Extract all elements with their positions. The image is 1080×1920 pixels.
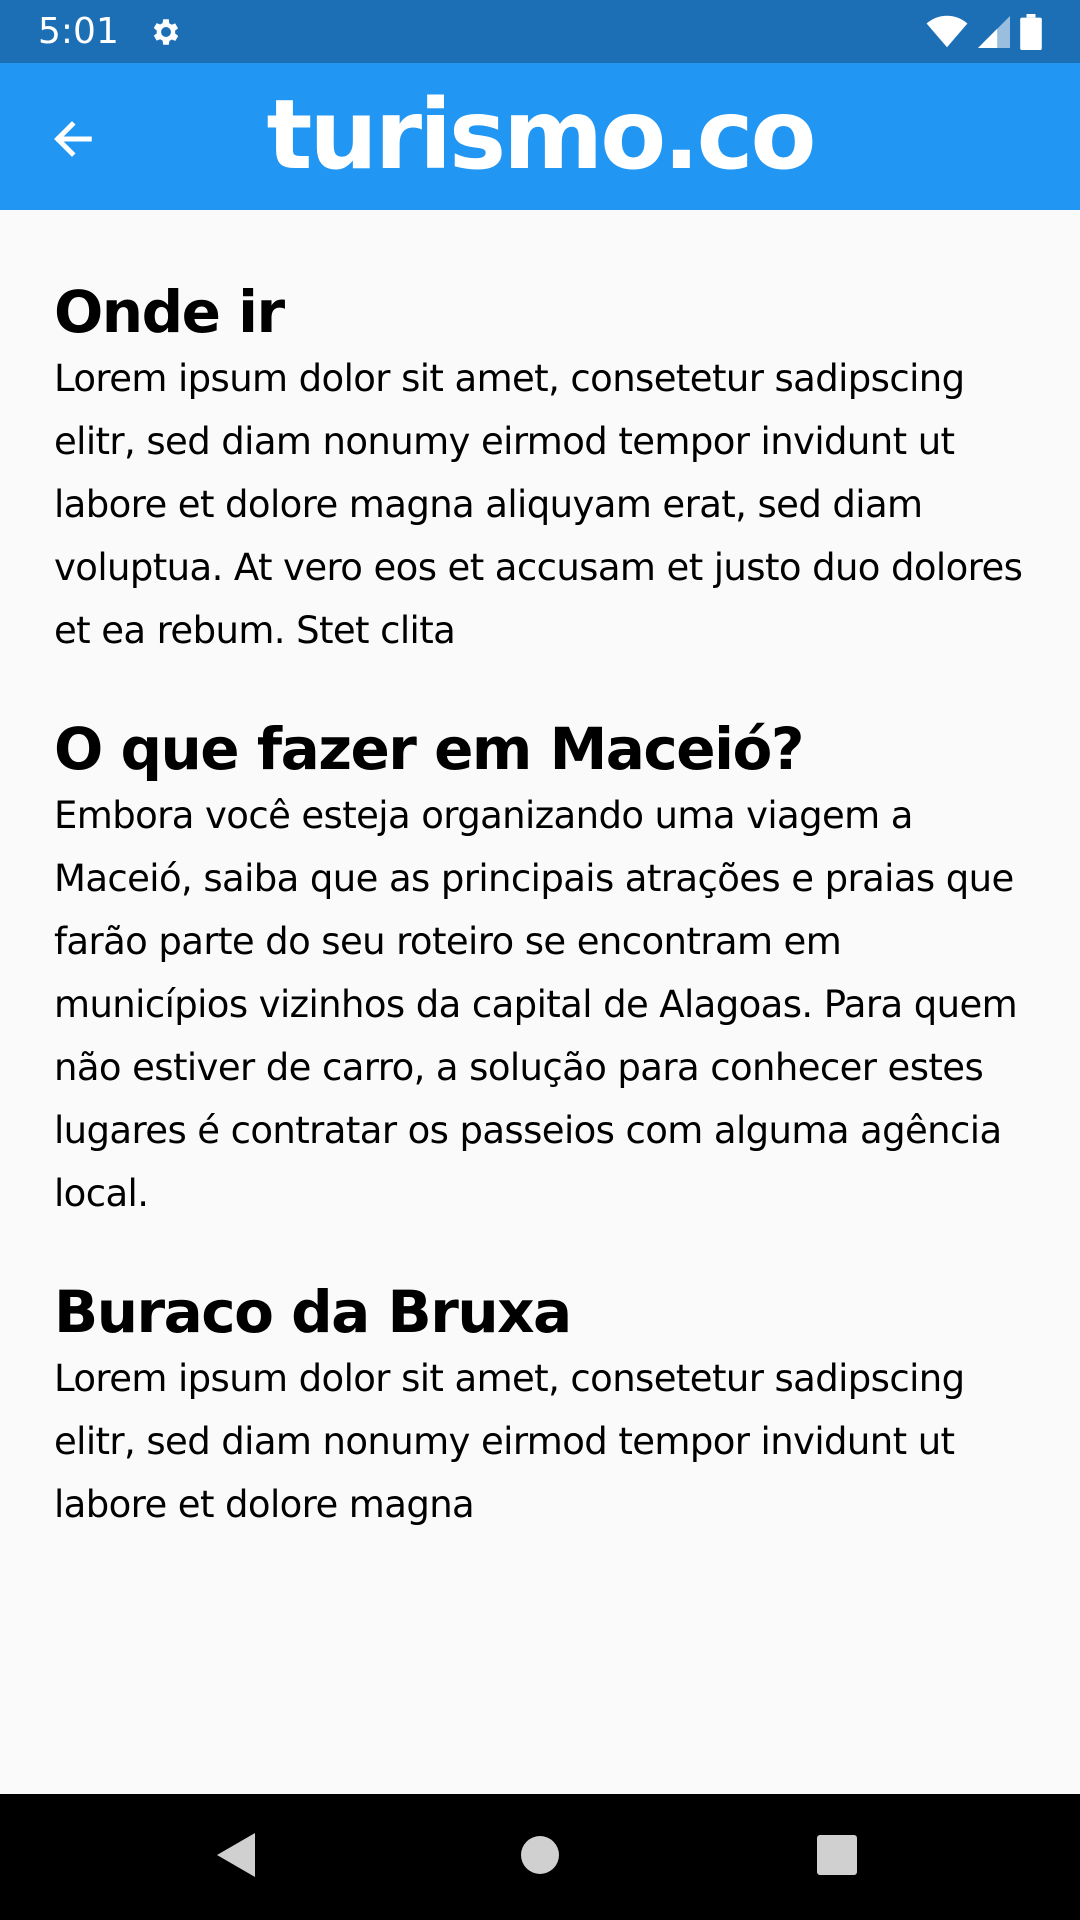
nav-recents-button[interactable] — [812, 1832, 862, 1882]
navigation-bar — [0, 1794, 1080, 1920]
section-heading: Onde ir — [54, 278, 285, 346]
section-o-que-fazer: O que fazer em Maceió? Embora você estej… — [54, 714, 1040, 1225]
nav-back-button[interactable] — [212, 1832, 262, 1882]
signal-icon — [978, 15, 1010, 49]
section-heading: O que fazer em Maceió? — [54, 715, 805, 783]
wifi-icon — [926, 15, 968, 49]
section-onde-ir: Onde ir Lorem ipsum dolor sit amet, cons… — [54, 277, 1040, 662]
section-body: Embora você esteja organizando uma viage… — [54, 794, 1018, 1215]
gear-icon — [149, 15, 183, 49]
section-body: Lorem ipsum dolor sit amet, consetetur s… — [54, 1357, 965, 1526]
app-title: turismo.co — [266, 79, 817, 191]
nav-back-icon — [215, 1831, 259, 1883]
nav-home-button[interactable] — [515, 1832, 565, 1882]
status-time: 5:01 — [38, 11, 119, 52]
section-buraco-da-bruxa: Buraco da Bruxa Lorem ipsum dolor sit am… — [54, 1277, 1040, 1536]
content-scroll[interactable]: Onde ir Lorem ipsum dolor sit amet, cons… — [54, 210, 1040, 1794]
nav-recents-icon — [816, 1834, 858, 1880]
app-bar: turismo.co — [0, 63, 1080, 210]
battery-icon — [1020, 13, 1042, 50]
status-bar: 5:01 — [0, 0, 1080, 63]
section-heading: Buraco da Bruxa — [54, 1278, 572, 1346]
nav-home-icon — [518, 1833, 562, 1881]
section-body: Lorem ipsum dolor sit amet, consetetur s… — [54, 357, 1023, 652]
status-icons — [926, 13, 1042, 50]
